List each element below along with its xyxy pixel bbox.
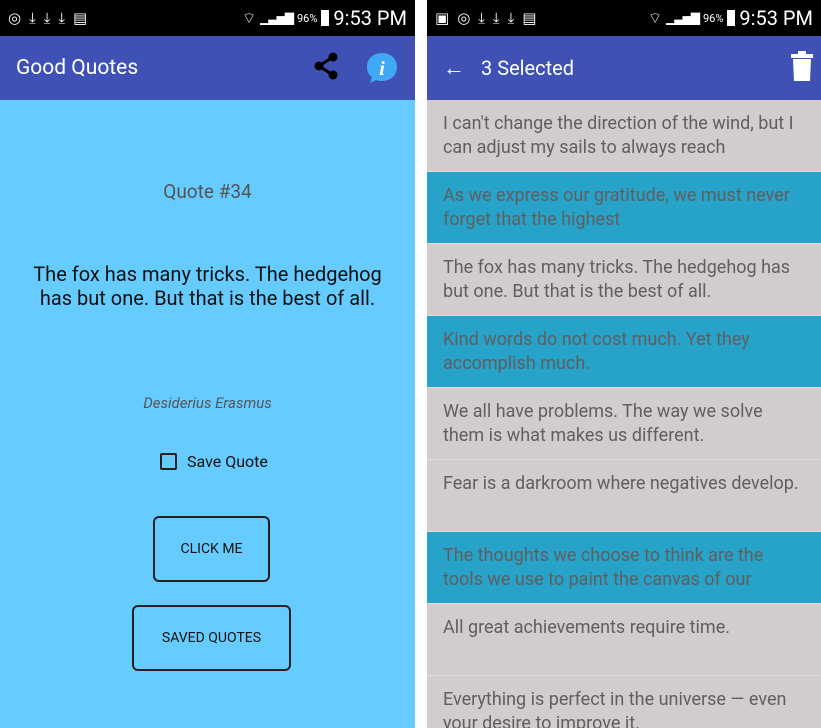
click-me-button[interactable]: CLICK ME — [153, 516, 270, 582]
share-icon[interactable] — [313, 52, 339, 84]
app-notification-icon: ◎ — [457, 8, 471, 27]
battery-icon — [727, 10, 736, 26]
list-item[interactable]: All great achievements require time. — [427, 604, 821, 676]
system-status: ⌔ ▁▃▅▇ 96% 9:53 PM — [648, 6, 813, 30]
selection-count: 3 Selected — [481, 56, 575, 80]
battery-percent: 96% — [296, 11, 318, 25]
battery-percent: 96% — [702, 11, 724, 25]
trash-icon[interactable] — [791, 51, 813, 85]
signal-icon: ▁▃▅▇ — [260, 11, 294, 25]
download-icon: ⤓ — [492, 8, 500, 27]
battery-icon — [321, 10, 330, 26]
save-quote-checkbox[interactable] — [160, 453, 177, 470]
quote-content: Quote #34 The fox has many tricks. The h… — [0, 100, 415, 728]
list-item[interactable]: The fox has many tricks. The hedgehog ha… — [427, 244, 821, 316]
list-item[interactable]: Fear is a darkroom where negatives devel… — [427, 460, 821, 532]
back-arrow-icon[interactable]: ← — [443, 55, 465, 81]
download-icon: ⤓ — [29, 8, 36, 27]
clock: 9:53 PM — [333, 6, 407, 30]
download-icon: ⤓ — [58, 8, 66, 27]
app-bar: Good Quotes i — [0, 36, 415, 100]
save-quote-label: Save Quote — [187, 452, 268, 471]
status-bar: ◎ ⤓ ⤓ ⤓ ▤ ⌔ ▁▃▅▇ 96% 9:53 PM — [0, 0, 415, 36]
notification-icons: ◎ ⤓ ⤓ ⤓ ▤ — [8, 8, 88, 27]
quote-text: The fox has many tricks. The hedgehog ha… — [33, 262, 382, 310]
screen-icon: ▤ — [73, 8, 88, 27]
list-item[interactable]: I can't change the direction of the wind… — [427, 100, 821, 172]
list-item[interactable]: We all have problems. The way we solve t… — [427, 388, 821, 460]
quote-number: Quote #34 — [163, 180, 252, 203]
list-item[interactable]: Everything is perfect in the universe — … — [427, 676, 821, 728]
list-item[interactable]: As we express our gratitude, we must nev… — [427, 172, 821, 244]
info-icon[interactable]: i — [365, 51, 399, 85]
list-item[interactable]: Kind words do not cost much. Yet they ac… — [427, 316, 821, 388]
download-icon: ⤓ — [478, 8, 485, 27]
wifi-icon: ⌔ — [647, 8, 663, 27]
download-icon: ⤓ — [507, 8, 515, 27]
clock: 9:53 PM — [739, 6, 813, 30]
saved-quotes-button[interactable]: SAVED QUOTES — [132, 605, 291, 671]
screen-icon: ▤ — [522, 8, 537, 27]
notification-icons: ▣ ◎ ⤓ ⤓ ⤓ ▤ — [435, 8, 537, 27]
app-notification-icon: ◎ — [8, 8, 22, 27]
download-icon: ⤓ — [43, 8, 51, 27]
status-bar: ▣ ◎ ⤓ ⤓ ⤓ ▤ ⌔ ▁▃▅▇ 96% 9:53 PM — [427, 0, 821, 36]
system-status: ⌔ ▁▃▅▇ 96% 9:53 PM — [242, 6, 407, 30]
signal-icon: ▁▃▅▇ — [666, 11, 700, 25]
save-quote-row[interactable]: Save Quote — [160, 452, 268, 471]
saved-quotes-screen: ▣ ◎ ⤓ ⤓ ⤓ ▤ ⌔ ▁▃▅▇ 96% 9:53 PM ← 3 Selec… — [427, 0, 821, 728]
screenshot-icon: ▣ — [435, 8, 450, 27]
list-item[interactable]: The thoughts we choose to think are the … — [427, 532, 821, 604]
info-icon-letter: i — [379, 58, 385, 80]
quote-author: Desiderius Erasmus — [143, 394, 272, 412]
selection-app-bar: ← 3 Selected — [427, 36, 821, 100]
quote-list: I can't change the direction of the wind… — [427, 100, 821, 728]
wifi-icon: ⌔ — [241, 8, 257, 27]
quote-screen: ◎ ⤓ ⤓ ⤓ ▤ ⌔ ▁▃▅▇ 96% 9:53 PM Good Quotes — [0, 0, 415, 728]
app-title: Good Quotes — [16, 56, 139, 80]
